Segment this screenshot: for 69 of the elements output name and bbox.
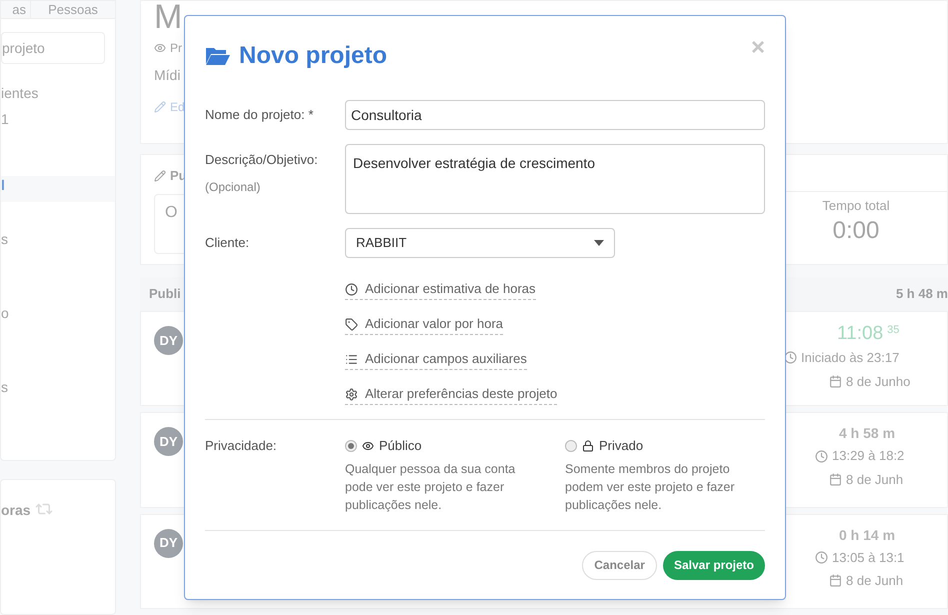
caret-icon — [594, 240, 604, 246]
option-link[interactable]: Adicionar campos auxiliares — [345, 350, 527, 370]
project-name-field[interactable]: Consultoria — [345, 100, 765, 130]
privacy-description: Somente membros do projeto podem ver este projeto e fazer publicações nele. — [565, 460, 736, 514]
save-button[interactable]: Salvar projeto — [662, 550, 765, 580]
entry-time: 13:29 à 18:2 — [832, 447, 904, 466]
radio-button[interactable] — [345, 440, 357, 452]
field-label: Nome do projeto: * — [205, 106, 314, 124]
eye-icon — [154, 42, 166, 54]
clock-icon — [345, 282, 358, 296]
entry-date: 8 de Junh — [846, 572, 904, 590]
card-title: oras — [1, 501, 31, 520]
entry-time: Iniciado às 23:17 — [801, 349, 900, 367]
field-label: Privacidade: — [205, 437, 278, 455]
tag-icon — [345, 318, 358, 330]
calendar-icon — [829, 473, 842, 486]
cancel-button[interactable]: Cancelar — [582, 550, 657, 580]
option-link[interactable]: Adicionar estimativa de horas — [345, 280, 536, 300]
sidebar-item[interactable]: s — [1, 230, 115, 248]
total-time-value: 0:00 — [832, 216, 880, 246]
lock-icon — [582, 440, 594, 452]
radio-button[interactable] — [565, 440, 577, 452]
privacy-description: Qualquer pessoa da sua conta pode ver este projeto e fazer publicações nele. — [345, 460, 516, 514]
description-field[interactable]: Desenvolver estratégia de crescimento — [345, 144, 765, 214]
client-select[interactable]: RABBIIT — [345, 228, 615, 258]
dialog-title: Novo projeto — [239, 41, 387, 71]
clock-icon — [815, 450, 828, 463]
sidebar-item[interactable]: ientes — [1, 84, 115, 102]
sidebar-item[interactable]: l — [1, 176, 115, 194]
feed-heading: Publi — [149, 285, 181, 304]
clock-icon — [784, 351, 797, 364]
folder-icon — [205, 46, 231, 66]
entry-time: 13:05 à 13:1 — [832, 548, 904, 567]
calendar-icon — [829, 574, 842, 588]
entry-duration: 4 h 58 m — [839, 424, 896, 444]
sidebar-tab[interactable]: Pessoas — [31, 1, 115, 18]
privacy-radio[interactable]: Público — [345, 436, 422, 456]
list-icon — [345, 352, 358, 366]
project-title: M — [154, 0, 184, 37]
total-time-label: Tempo total — [822, 197, 890, 215]
avatar: DY — [154, 528, 183, 558]
option-link[interactable]: Alterar preferências deste projeto — [345, 385, 558, 405]
sidebar-item[interactable]: s — [1, 378, 115, 396]
entry-duration: 0 h 14 m — [839, 526, 896, 545]
optional-hint: (Opcional) — [205, 178, 262, 196]
gear-icon — [345, 388, 358, 400]
eye-icon — [362, 440, 374, 452]
feed-total: 5 h 48 m — [896, 285, 948, 304]
sidebar-tab[interactable]: as — [1, 1, 31, 18]
timer-seconds: 35 — [887, 323, 900, 338]
avatar: DY — [154, 326, 183, 355]
visibility-label: Pr — [170, 40, 182, 57]
avatar: DY — [154, 427, 183, 456]
sidebar-item[interactable]: o — [1, 304, 115, 322]
privacy-radio[interactable]: Privado — [565, 436, 644, 456]
field-label: Cliente: — [205, 234, 250, 252]
pencil-icon — [154, 101, 166, 113]
entry-date: 8 de Junh — [846, 470, 904, 489]
option-link[interactable]: Adicionar valor por hora — [345, 315, 504, 335]
pencil-icon — [154, 170, 166, 182]
entry-date: 8 de Junho — [846, 372, 910, 390]
search-field[interactable]: projeto — [1, 32, 105, 64]
calendar-icon — [829, 374, 842, 388]
sidebar-item[interactable]: 1 — [1, 110, 115, 128]
close-button[interactable]: × — [750, 36, 765, 60]
clock-icon — [815, 550, 828, 564]
field-label: Descrição/Objetivo: — [205, 151, 319, 169]
running-timer: 11:08 — [837, 322, 884, 346]
category-label: Mídi — [154, 66, 182, 85]
